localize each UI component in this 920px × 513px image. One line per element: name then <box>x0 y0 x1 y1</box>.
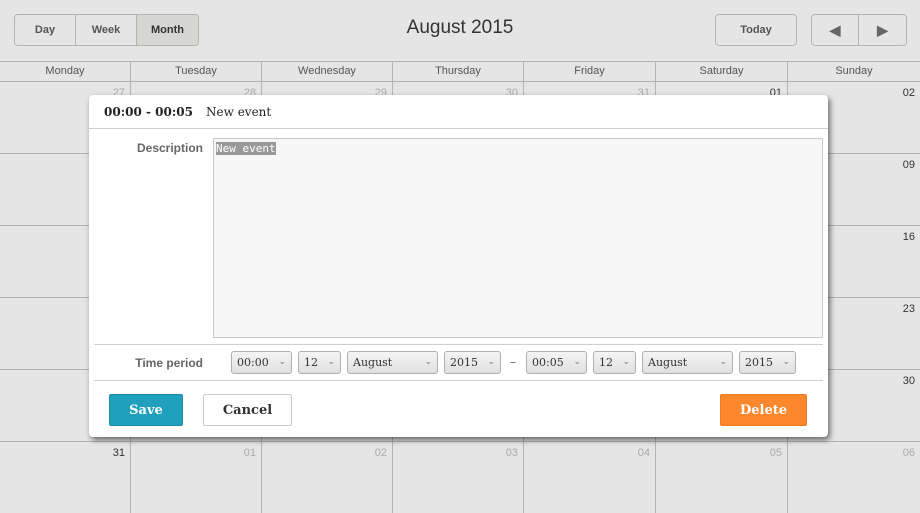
weekday-label: Tuesday <box>131 62 262 81</box>
start-month-value: August <box>353 356 393 369</box>
description-label: Description <box>136 141 203 155</box>
day-cell[interactable]: 03 <box>393 442 524 513</box>
day-cell[interactable]: 31 <box>0 442 131 513</box>
start-day-select[interactable]: 12 ⌄ <box>298 351 341 374</box>
day-number: 01 <box>243 447 256 459</box>
chevron-down-icon: ⌄ <box>424 357 432 367</box>
description-text: New event <box>216 142 276 155</box>
triangle-left-icon: ◀ <box>829 21 841 38</box>
day-cell[interactable]: 05 <box>656 442 788 513</box>
weekday-label: Monday <box>0 62 131 81</box>
weekday-label: Saturday <box>656 62 788 81</box>
chevron-down-icon: ⌄ <box>278 357 286 367</box>
day-cell[interactable]: 06 <box>788 442 920 513</box>
event-title: New event <box>206 104 272 119</box>
month-navigation: ◀ ▶ <box>811 14 907 46</box>
start-day-value: 12 <box>304 356 318 369</box>
today-button[interactable]: Today <box>715 14 797 46</box>
weekday-header: Monday Tuesday Wednesday Thursday Friday Satu… <box>0 61 920 82</box>
start-time-select[interactable]: 00:00 ⌄ <box>231 351 292 374</box>
dialog-header: 00:00 - 00:05 New event <box>89 95 828 129</box>
day-number: 02 <box>374 447 387 459</box>
end-time-value: 00:05 <box>532 356 564 369</box>
day-cell[interactable]: 02 <box>262 442 393 513</box>
weekday-label: Friday <box>524 62 656 81</box>
end-month-value: August <box>648 356 688 369</box>
next-month-button[interactable]: ▶ <box>859 15 906 45</box>
day-number: 05 <box>769 447 782 459</box>
weekday-label: Thursday <box>393 62 524 81</box>
cancel-button[interactable]: Cancel <box>203 394 292 426</box>
chevron-down-icon: ⌄ <box>487 357 495 367</box>
event-time-range: 00:00 - 00:05 <box>104 104 193 119</box>
day-number: 09 <box>902 159 915 171</box>
weekday-label: Sunday <box>835 65 873 77</box>
chevron-down-icon: ⌄ <box>327 357 335 367</box>
day-number: 02 <box>902 87 915 99</box>
day-number: 06 <box>902 447 915 459</box>
event-editor-dialog: 00:00 - 00:05 New event Description New … <box>89 95 828 437</box>
day-number: 04 <box>637 447 650 459</box>
prev-month-button[interactable]: ◀ <box>812 15 859 45</box>
day-number: 31 <box>112 447 125 459</box>
description-textarea[interactable]: New event <box>213 138 823 338</box>
weekday-label: Wednesday <box>262 62 393 81</box>
time-period-label: Time period <box>135 356 203 370</box>
day-number: 03 <box>505 447 518 459</box>
day-number: 30 <box>902 375 915 387</box>
day-cell[interactable]: 01 <box>131 442 262 513</box>
start-year-select[interactable]: 2015 ⌄ <box>444 351 501 374</box>
end-year-value: 2015 <box>745 356 773 369</box>
end-month-select[interactable]: August ⌄ <box>642 351 733 374</box>
calendar-toolbar: Day Week Month August 2015 Today ◀ ▶ <box>0 0 920 61</box>
chevron-down-icon: ⌄ <box>719 357 727 367</box>
chevron-down-icon: ⌄ <box>573 357 581 367</box>
triangle-right-icon: ▶ <box>877 21 888 38</box>
end-day-value: 12 <box>599 356 613 369</box>
end-year-select[interactable]: 2015 ⌄ <box>739 351 796 374</box>
divider <box>94 380 823 381</box>
chevron-down-icon: ⌄ <box>622 357 630 367</box>
delete-button[interactable]: Delete <box>720 394 807 426</box>
divider <box>94 344 823 345</box>
day-number: 16 <box>902 231 915 243</box>
start-month-select[interactable]: August ⌄ <box>347 351 438 374</box>
day-cell[interactable]: 04 <box>524 442 656 513</box>
start-time-value: 00:00 <box>237 356 269 369</box>
end-time-select[interactable]: 00:05 ⌄ <box>526 351 587 374</box>
range-separator: – <box>510 355 516 369</box>
start-year-value: 2015 <box>450 356 478 369</box>
save-button[interactable]: Save <box>109 394 183 426</box>
chevron-down-icon: ⌄ <box>782 357 790 367</box>
day-number: 23 <box>902 303 915 315</box>
end-day-select[interactable]: 12 ⌄ <box>593 351 636 374</box>
week-row: 31 01 02 03 04 05 06 <box>0 442 920 513</box>
